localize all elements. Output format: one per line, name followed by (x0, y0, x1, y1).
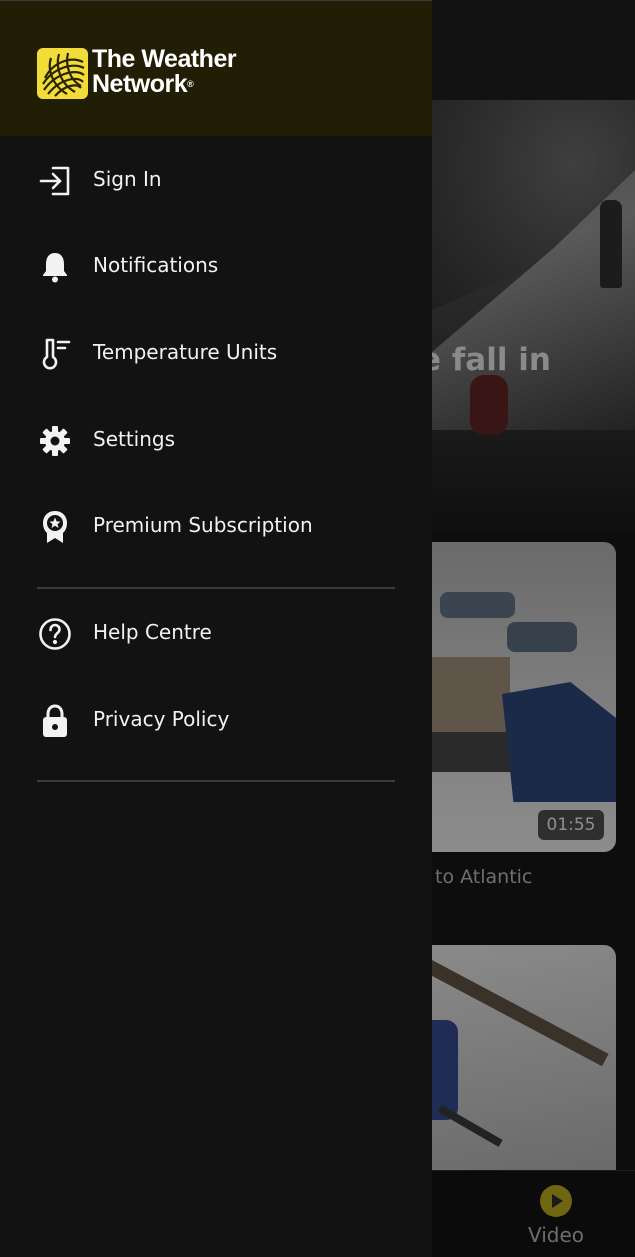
thumbnail-tarp (502, 682, 616, 802)
menu-divider (37, 587, 395, 589)
hero-story-title[interactable]: e fall in (420, 342, 551, 378)
menu-item-help-centre[interactable]: Help Centre (0, 597, 432, 667)
menu-item-label: Sign In (93, 167, 162, 191)
thumbnail-vehicle (507, 622, 577, 652)
award-ribbon-icon (37, 509, 73, 545)
drawer-header: The Weather Network® (0, 0, 432, 136)
video-card-thumbnail-2[interactable] (432, 945, 616, 1170)
thumbnail-rope (432, 960, 609, 1067)
menu-item-temperature-units[interactable]: Temperature Units (0, 317, 432, 387)
registered-mark: ® (187, 79, 194, 89)
thermometer-icon (37, 336, 73, 372)
menu-item-label: Privacy Policy (93, 707, 230, 731)
brand-name-line2: Network (92, 70, 188, 98)
menu-item-privacy-policy[interactable]: Privacy Policy (0, 684, 432, 754)
menu-item-label: Notifications (93, 253, 219, 277)
video-duration-badge: 01:55 (538, 810, 604, 840)
thumbnail-vehicle (440, 592, 515, 618)
menu-item-label: Settings (93, 427, 176, 451)
menu-item-premium-subscription[interactable]: Premium Subscription (0, 490, 432, 560)
menu-divider (37, 780, 395, 782)
play-circle-icon (540, 1185, 572, 1217)
globe-logo-icon (37, 48, 88, 99)
brand-logo[interactable]: The Weather Network® (37, 45, 257, 102)
thumbnail-person-arm (432, 1020, 458, 1120)
menu-item-label: Temperature Units (93, 340, 278, 364)
hero-climber (600, 200, 622, 288)
bell-icon (37, 249, 73, 285)
menu-item-sign-in[interactable]: Sign In (0, 144, 432, 214)
hero-story-image[interactable] (432, 100, 635, 530)
menu-item-label: Help Centre (93, 620, 212, 644)
video-card-thumbnail[interactable] (432, 542, 616, 852)
bottom-nav-video-label: Video (527, 1223, 585, 1247)
menu-item-notifications[interactable]: Notifications (0, 230, 432, 300)
brand-name-line1: The Weather (92, 45, 237, 73)
gear-icon (37, 423, 73, 459)
menu-item-settings[interactable]: Settings (0, 404, 432, 474)
bottom-nav-video-tab[interactable]: Video (520, 1185, 592, 1249)
help-circle-icon (37, 616, 73, 652)
thumbnail-pole (438, 1105, 503, 1147)
video-card-caption[interactable]: to Atlantic (435, 866, 532, 888)
brand-wordmark: The Weather Network® (92, 45, 237, 98)
menu-item-label: Premium Subscription (93, 513, 313, 537)
sign-in-icon (37, 163, 73, 199)
thumbnail-cargo (432, 657, 510, 737)
lock-icon (37, 703, 73, 739)
hero-red-figure (470, 375, 508, 435)
navigation-drawer: The Weather Network® Sign In Notificatio… (0, 0, 432, 1257)
